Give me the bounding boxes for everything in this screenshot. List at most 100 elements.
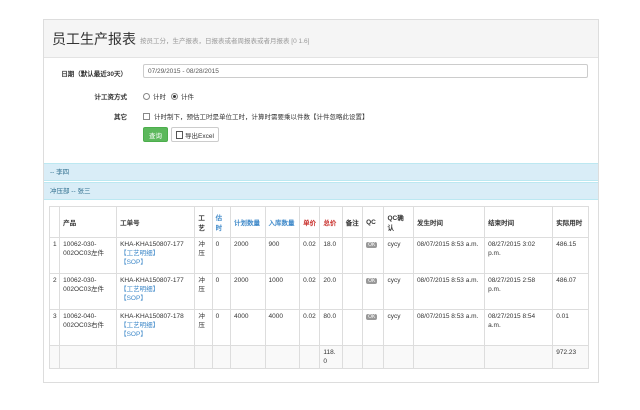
- radio-hourly-label: 计时: [153, 94, 166, 101]
- cell-qc-confirm: cycy: [383, 237, 414, 274]
- group-header-zhangsan[interactable]: 冲压部 -- 张三: [44, 182, 598, 200]
- sum-total: 118.0: [319, 345, 343, 369]
- sop-link[interactable]: 【SOP】: [120, 258, 191, 267]
- page-subtitle: 按员工分，生产报表，日报表或者周报表或者月报表 [0 1.6]: [140, 38, 310, 45]
- cell-craft: 冲压: [194, 237, 213, 274]
- cell-actual: 486.15: [552, 237, 589, 274]
- other-label: 其它: [114, 114, 127, 121]
- cell-note: [341, 237, 364, 274]
- cell-no: 1: [48, 237, 61, 274]
- page-title: 员工生产报表: [52, 30, 136, 47]
- cell-end: 08/27/2015 8:54 a.m.: [484, 309, 554, 346]
- table-row: 2 10062-030-002OC03左件 KHA-KHA150807-177 …: [48, 273, 589, 310]
- cell-note: [341, 273, 364, 310]
- col-end: 结束时间: [484, 206, 554, 238]
- cell-plan: 2000: [229, 237, 266, 274]
- radio-piece-circle[interactable]: [171, 92, 178, 100]
- cell-stock: 4000: [264, 309, 301, 346]
- other-checkbox-label: 计时制下，预估工时是单位工时，计算时需要乘以件数【计件忽略此设置】: [154, 114, 369, 121]
- qc-ok-badge[interactable]: OK: [366, 242, 378, 248]
- cell-price: 0.02: [299, 309, 321, 346]
- report-panel: 员工生产报表 按员工分，生产报表，日报表或者周报表或者月报表 [0 1.6] 日…: [43, 19, 599, 383]
- order-number: KHA-KHA150807-177: [120, 277, 184, 284]
- table-total-row: 118.0 972.23: [48, 345, 589, 369]
- radio-piece-label: 计件: [181, 94, 194, 101]
- panel-header: 员工生产报表 按员工分，生产报表，日报表或者周报表或者月报表 [0 1.6]: [44, 20, 598, 58]
- cell-end: 08/27/2015 3:02 p.m.: [484, 237, 554, 274]
- qc-ok-badge[interactable]: OK: [366, 278, 378, 284]
- report-table: 产品 工单号 工艺 估时 计划数量 入库数量 单价 总价 备注 QC QC确认 …: [48, 206, 589, 369]
- query-button[interactable]: 查询: [143, 127, 168, 142]
- cell-price: 0.02: [299, 273, 321, 310]
- cell-est: 0: [211, 273, 231, 310]
- cell-plan: 4000: [229, 309, 266, 346]
- sop-link[interactable]: 【SOP】: [120, 330, 191, 339]
- cell-stock: 1000: [264, 273, 301, 310]
- cell-est: 0: [211, 237, 231, 274]
- cell-start: 08/07/2015 8:53 a.m.: [412, 273, 486, 310]
- cell-no: 3: [48, 309, 61, 346]
- date-label: 日期（默认最近30天）: [61, 71, 127, 78]
- col-order: 工单号: [116, 206, 196, 238]
- radio-hourly-circle[interactable]: [143, 92, 150, 100]
- col-start: 发生时间: [412, 206, 486, 238]
- cell-qc: OK: [362, 237, 385, 274]
- cell-craft: 冲压: [194, 273, 213, 310]
- radio-piece[interactable]: 计件: [171, 91, 194, 101]
- cell-actual: 486.07: [552, 273, 589, 310]
- col-plan: 计划数量: [229, 206, 266, 238]
- cell-no: 2: [48, 273, 61, 310]
- craft-detail-link[interactable]: 【工艺明细】: [120, 249, 191, 258]
- cell-order: KHA-KHA150807-177 【工艺明细】 【SOP】: [116, 273, 196, 310]
- wage-method-label: 计工资方式: [94, 94, 128, 101]
- sop-link[interactable]: 【SOP】: [120, 294, 191, 303]
- craft-detail-link[interactable]: 【工艺明细】: [120, 285, 191, 294]
- group-header-lisi[interactable]: -- 李四: [44, 163, 598, 181]
- cell-est: 0: [211, 309, 231, 346]
- order-number: KHA-KHA150807-177: [120, 241, 184, 248]
- cell-note: [341, 309, 364, 346]
- cell-end: 08/27/2015 2:58 p.m.: [484, 273, 554, 310]
- qc-ok-badge[interactable]: OK: [366, 314, 378, 320]
- report-table-wrapper: 产品 工单号 工艺 估时 计划数量 入库数量 单价 总价 备注 QC QC确认 …: [48, 206, 593, 395]
- cell-total: 80.0: [319, 309, 343, 346]
- col-product: 产品: [59, 206, 118, 238]
- other-checkbox[interactable]: [143, 112, 150, 120]
- col-price: 单价: [299, 206, 321, 238]
- cell-start: 08/07/2015 8:53 a.m.: [412, 309, 486, 346]
- cell-qc-confirm: cycy: [383, 273, 414, 310]
- table-row: 1 10062-030-002OC03左件 KHA-KHA150807-177 …: [48, 237, 589, 274]
- cell-order: KHA-KHA150807-177 【工艺明细】 【SOP】: [116, 237, 196, 274]
- export-excel-label: 导出Excel: [185, 132, 214, 140]
- col-actual: 实际用时: [552, 206, 589, 238]
- craft-detail-link[interactable]: 【工艺明细】: [120, 321, 191, 330]
- export-excel-button[interactable]: 导出Excel: [171, 127, 219, 142]
- col-total: 总价: [319, 206, 343, 238]
- order-number: KHA-KHA150807-178: [120, 313, 184, 320]
- col-note: 备注: [341, 206, 364, 238]
- col-est: 估时: [211, 206, 231, 238]
- cell-total: 18.0: [319, 237, 343, 274]
- cell-stock: 900: [264, 237, 301, 274]
- col-qc-confirm: QC确认: [383, 206, 414, 238]
- col-index: [48, 206, 61, 238]
- cell-craft: 冲压: [194, 309, 213, 346]
- cell-qc: OK: [362, 273, 385, 310]
- table-header-row: 产品 工单号 工艺 估时 计划数量 入库数量 单价 总价 备注 QC QC确认 …: [48, 206, 589, 238]
- col-stock: 入库数量: [264, 206, 301, 238]
- cell-qc: OK: [362, 309, 385, 346]
- file-icon: [176, 130, 184, 139]
- cell-product: 10062-040-002OC03右件: [59, 309, 118, 346]
- cell-product: 10062-030-002OC03左件: [59, 237, 118, 274]
- cell-plan: 2000: [229, 273, 266, 310]
- cell-qc-confirm: cycy: [383, 309, 414, 346]
- table-row: 3 10062-040-002OC03右件 KHA-KHA150807-178 …: [48, 309, 589, 346]
- radio-hourly[interactable]: 计时: [143, 91, 166, 101]
- date-range-input[interactable]: 07/29/2015 - 08/28/2015: [143, 64, 588, 78]
- cell-product: 10062-030-002OC03左件: [59, 273, 118, 310]
- cell-order: KHA-KHA150807-178 【工艺明细】 【SOP】: [116, 309, 196, 346]
- cell-actual: 0.01: [552, 309, 589, 346]
- other-checkbox-row[interactable]: 计时制下，预估工时是单位工时，计算时需要乘以件数【计件忽略此设置】: [143, 111, 369, 121]
- col-craft: 工艺: [194, 206, 213, 238]
- sum-actual: 972.23: [552, 345, 589, 369]
